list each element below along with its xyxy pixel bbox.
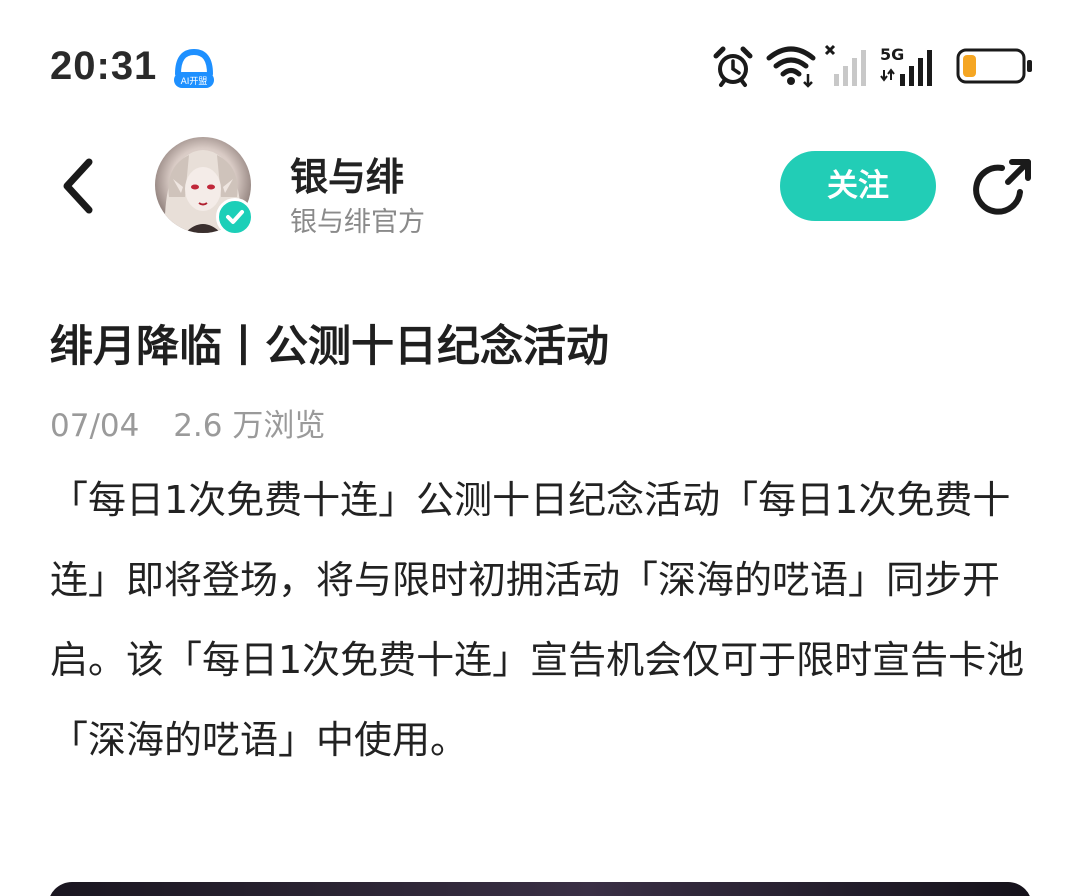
signal-icon-1 — [824, 44, 866, 86]
network-type-label: 5G — [880, 45, 904, 64]
wifi-icon — [766, 46, 816, 88]
signal-icon-2: 5G — [880, 45, 932, 86]
article-body: 「每日1次免费十连」公测十日纪念活动「每日1次免费十连」即将登场，将与限时初拥活… — [50, 478, 1025, 762]
status-time: 20:31 — [50, 44, 158, 88]
back-button[interactable] — [55, 150, 107, 222]
share-icon — [973, 159, 1031, 215]
verified-badge-icon — [216, 198, 254, 236]
screen: 20:31 AI开盟 5G 银与绯 银与绯官方 关注 绯月降临丨公测十日纪念活动… — [0, 0, 1073, 896]
article-meta: 07/04 2.6 万浏览 — [50, 400, 325, 445]
ai-assistant-icon: AI开盟 — [174, 48, 214, 88]
alarm-icon — [713, 46, 753, 87]
article-title: 绯月降临丨公测十日纪念活动 — [50, 322, 609, 372]
status-bar: 20:31 AI开盟 5G — [0, 0, 1073, 130]
article-image[interactable] — [48, 882, 1032, 896]
share-button[interactable] — [968, 156, 1034, 222]
ai-badge-label: AI开盟 — [181, 76, 208, 87]
battery-icon — [956, 48, 1032, 84]
article-views: 2.6 万浏览 — [173, 408, 326, 444]
article-date: 07/04 — [50, 408, 140, 444]
chevron-left-icon — [63, 158, 93, 214]
author-subtitle: 银与绯官方 — [290, 207, 425, 238]
author-name[interactable]: 银与绯 — [290, 146, 404, 201]
follow-button[interactable]: 关注 — [780, 151, 936, 221]
